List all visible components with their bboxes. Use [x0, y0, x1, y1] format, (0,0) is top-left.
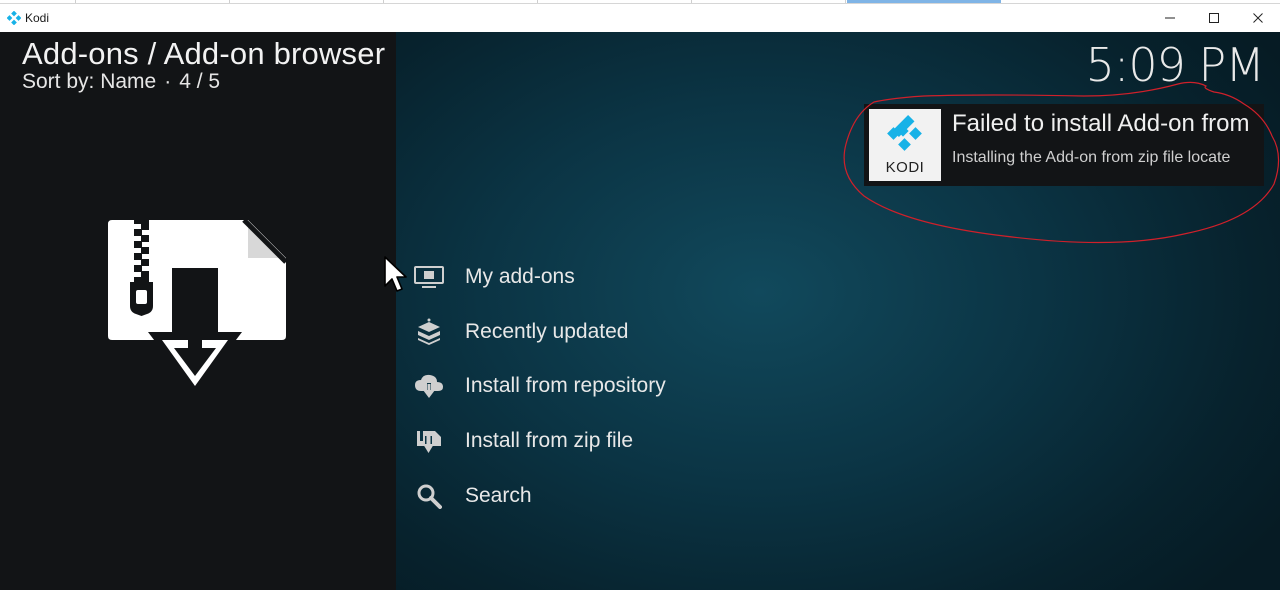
menu-item-label: Install from repository: [465, 374, 666, 398]
zip-download-icon: [108, 218, 288, 399]
taskbar-segment: [538, 0, 692, 3]
minimize-button[interactable]: [1148, 4, 1192, 32]
sort-info[interactable]: Sort by: Name · 4 / 5: [22, 70, 220, 94]
kodi-wordmark: KODI: [885, 159, 925, 176]
taskbar-segment: [384, 0, 538, 3]
maximize-icon: [1209, 13, 1219, 23]
menu-item-recently-updated[interactable]: Recently updated: [410, 305, 930, 360]
notification-text: Failed to install Add-on from Installing…: [952, 104, 1252, 186]
zip-install-icon: [410, 426, 448, 456]
close-icon: [1253, 13, 1263, 23]
sort-label: Sort by: Name: [22, 70, 157, 93]
notification-message: Installing the Add-on from zip file loca…: [952, 149, 1231, 166]
search-icon: [410, 481, 448, 511]
notification-kodi-logo: KODI: [869, 109, 941, 181]
menu-item-install-from-repository[interactable]: Install from repository: [410, 359, 930, 414]
notification-title: Failed to install Add-on from: [952, 110, 1250, 137]
menu-item-label: Search: [465, 483, 532, 507]
taskbar-segment: [230, 0, 384, 3]
maximize-button[interactable]: [1192, 4, 1236, 32]
menu-item-my-addons[interactable]: My add-ons: [410, 250, 930, 305]
clock: 5:09 PM: [1085, 38, 1265, 92]
title-bar[interactable]: Kodi: [0, 4, 1280, 32]
window-title: Kodi: [25, 11, 50, 25]
menu-item-search[interactable]: Search: [410, 468, 930, 523]
menu-item-install-from-zip[interactable]: Install from zip file: [410, 414, 930, 469]
kodi-logo-icon: [7, 11, 21, 25]
taskbar-segment-active: [847, 0, 1001, 3]
cloud-download-icon: [410, 371, 448, 401]
taskbar-segment: [692, 0, 846, 3]
notification-toast[interactable]: KODI Failed to install Add-on from Insta…: [864, 104, 1264, 186]
addon-menu: My add-ons Recently updated Install from…: [410, 250, 930, 523]
menu-item-label: My add-ons: [465, 265, 575, 289]
minimize-icon: [1165, 17, 1175, 19]
taskbar-segment: [76, 0, 230, 3]
kodi-app: Add-ons / Add-on browser Sort by: Name · 4…: [0, 32, 1280, 590]
menu-item-label: Install from zip file: [465, 429, 634, 453]
item-position: 4 / 5: [179, 70, 221, 93]
close-button[interactable]: [1236, 4, 1280, 32]
page-title: Add-ons / Add-on browser: [22, 36, 386, 71]
kodi-diamonds-icon: [887, 115, 922, 151]
menu-item-label: Recently updated: [465, 319, 629, 343]
box-stack-icon: [410, 317, 448, 347]
mouse-cursor: [384, 256, 408, 298]
monitor-box-icon: [410, 262, 448, 292]
taskbar-segment: [0, 0, 76, 3]
sort-separator: ·: [164, 70, 172, 93]
